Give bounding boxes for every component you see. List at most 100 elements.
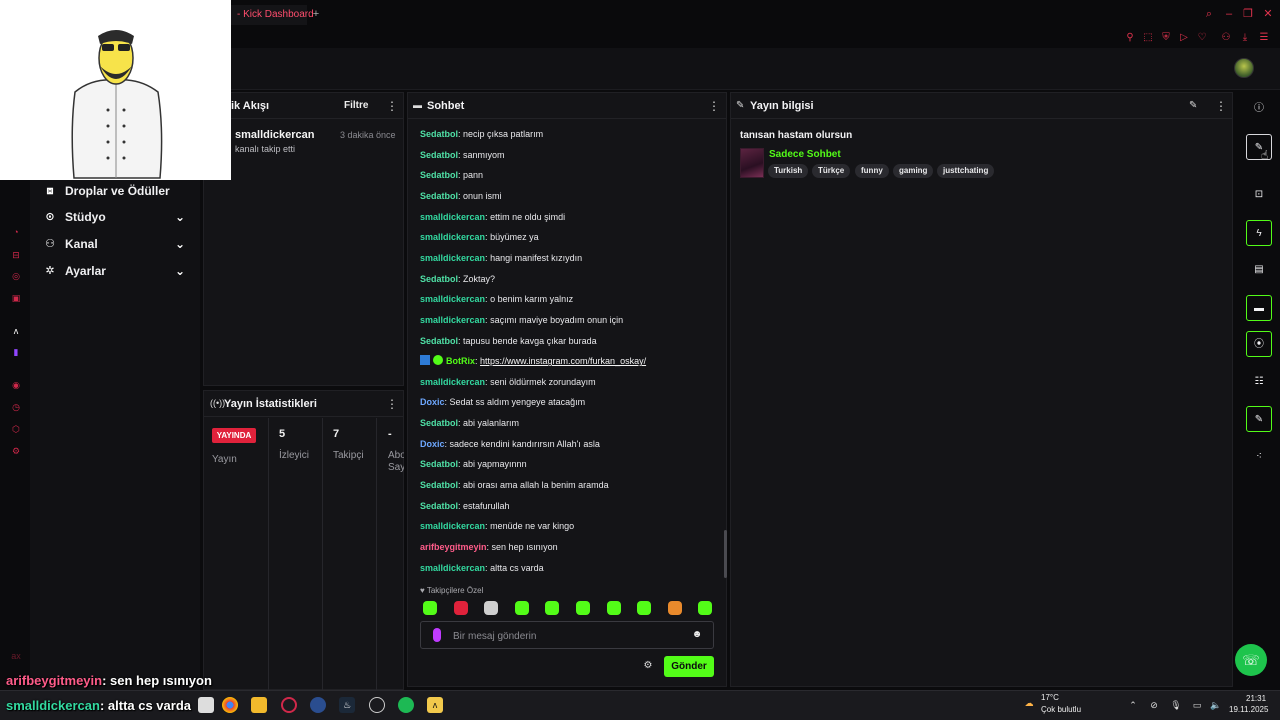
- edit-icon[interactable]: ✎: [1189, 93, 1197, 119]
- app-icon[interactable]: [310, 697, 326, 713]
- emote-icon[interactable]: [698, 601, 713, 615]
- send-button[interactable]: Gönder: [664, 656, 714, 677]
- microphone-icon[interactable]: [433, 628, 441, 642]
- kebab-menu-icon[interactable]: ⋮: [386, 93, 398, 119]
- chat-username[interactable]: smalldickercan: [420, 315, 485, 325]
- tag[interactable]: funny: [855, 164, 889, 178]
- bag-icon[interactable]: ⊟: [10, 249, 22, 261]
- chat-username[interactable]: smalldickercan: [420, 521, 485, 531]
- pin-icon[interactable]: ⚲: [1123, 31, 1137, 45]
- kick-icon[interactable]: ʌ: [10, 325, 22, 337]
- display-icon[interactable]: ▭: [1191, 699, 1203, 711]
- network-icon[interactable]: ⊘: [1148, 699, 1160, 711]
- kebab-menu-icon[interactable]: ⋮: [386, 391, 398, 417]
- emoji-icon[interactable]: ☻: [691, 629, 703, 641]
- chat-username[interactable]: Doxic: [420, 397, 445, 407]
- event-user[interactable]: smalldickercan: [235, 129, 315, 141]
- broadcast-icon[interactable]: ⦿: [1246, 331, 1272, 357]
- chat-username[interactable]: Sedatbol: [420, 336, 458, 346]
- weather-icon[interactable]: ☁: [1021, 695, 1037, 711]
- info-icon[interactable]: ⓘ: [1246, 96, 1272, 122]
- tab-kick-dashboard[interactable]: - Kick Dashboard: [231, 5, 314, 25]
- chat-username[interactable]: Sedatbol: [420, 459, 458, 469]
- app-icon[interactable]: ʌ: [427, 697, 443, 713]
- chat-username[interactable]: Sedatbol: [420, 501, 458, 511]
- chat-username[interactable]: Sedatbol: [420, 150, 458, 160]
- chat-username[interactable]: smalldickercan: [420, 232, 485, 242]
- sidebar-item-drops[interactable]: ⧈ Droplar ve Ödüller: [40, 180, 195, 202]
- layout-icon[interactable]: ☷: [1246, 369, 1272, 395]
- chat-icon[interactable]: ▬: [1246, 295, 1272, 321]
- emote-icon[interactable]: [514, 601, 529, 615]
- emote-icon[interactable]: [545, 601, 560, 615]
- notes-icon[interactable]: ▤: [1246, 257, 1272, 283]
- tag[interactable]: Türkçe: [812, 164, 851, 178]
- menu-icon[interactable]: ☰: [1257, 31, 1271, 45]
- play-circle-icon[interactable]: ◉: [10, 379, 22, 391]
- chat-username[interactable]: smalldickercan: [420, 294, 485, 304]
- chat-settings-icon[interactable]: ⚙: [642, 660, 654, 672]
- settings-icon[interactable]: ⚙: [10, 445, 22, 457]
- chat-username[interactable]: Doxic: [420, 439, 445, 449]
- chat-username[interactable]: smalldickercan: [420, 253, 485, 263]
- obs-icon[interactable]: [369, 697, 385, 713]
- steam-icon[interactable]: ♨: [339, 697, 355, 713]
- chat-username[interactable]: BotRix: [446, 356, 475, 366]
- microphone-icon[interactable]: 🎙: [1170, 699, 1182, 711]
- tag[interactable]: justtchating: [937, 164, 995, 178]
- chat-username[interactable]: smalldickercan: [420, 212, 485, 222]
- emote-icon[interactable]: [606, 601, 621, 615]
- chat-username[interactable]: smalldickercan: [420, 377, 485, 387]
- download-icon[interactable]: ⤓: [1238, 31, 1252, 45]
- restore-icon[interactable]: ❐: [1242, 8, 1254, 20]
- search-icon[interactable]: ⌕: [1203, 8, 1215, 20]
- close-icon[interactable]: ✕: [1262, 8, 1274, 20]
- opera-icon[interactable]: [281, 697, 297, 713]
- chat-scrollbar[interactable]: [724, 530, 727, 578]
- chat-username[interactable]: Sedatbol: [420, 418, 458, 428]
- history-icon[interactable]: ◔: [10, 226, 22, 238]
- twitch-icon[interactable]: ▮: [10, 346, 22, 358]
- emote-icon[interactable]: [576, 601, 590, 615]
- chevron-up-icon[interactable]: ⌃: [1127, 699, 1139, 711]
- wrench-icon[interactable]: ✎: [1246, 406, 1272, 432]
- chat-username[interactable]: Sedatbol: [420, 191, 458, 201]
- focus-icon[interactable]: ⊡: [1246, 182, 1272, 208]
- kebab-menu-icon[interactable]: ⋮: [1215, 93, 1227, 119]
- chat-username[interactable]: arifbeygitmeyin: [420, 542, 487, 552]
- chat-link[interactable]: https://www.instagram.com/furkan_oskay/: [480, 356, 646, 366]
- category-thumbnail[interactable]: [740, 148, 764, 178]
- spotify-icon[interactable]: [398, 697, 414, 713]
- emote-icon[interactable]: [453, 601, 468, 615]
- emote-icon[interactable]: [667, 601, 682, 615]
- chat-input[interactable]: [453, 628, 683, 644]
- heart-icon[interactable]: ♡: [1195, 31, 1209, 45]
- chat-username[interactable]: Sedatbol: [420, 170, 458, 180]
- instagram-icon[interactable]: ◎: [10, 270, 22, 282]
- emote-icon[interactable]: [484, 601, 499, 615]
- minimize-icon[interactable]: –: [1223, 8, 1235, 20]
- play-icon[interactable]: ▷: [1177, 31, 1191, 45]
- extension-icon[interactable]: ⬡: [10, 423, 22, 435]
- folder-icon[interactable]: [251, 697, 267, 713]
- emote-icon[interactable]: [423, 601, 437, 615]
- new-tab-button[interactable]: +: [309, 7, 323, 21]
- chat-username[interactable]: Sedatbol: [420, 129, 458, 139]
- sidebar-item-channel[interactable]: ⚇ Kanal ⌄: [40, 233, 195, 255]
- profile-icon[interactable]: ⚇: [1219, 31, 1233, 45]
- sidebar-item-settings[interactable]: ✲ Ayarlar ⌄: [40, 260, 195, 282]
- more-icon[interactable]: ax: [10, 650, 22, 662]
- volume-icon[interactable]: 🔈: [1210, 699, 1222, 711]
- chat-input-box[interactable]: ☻: [420, 621, 714, 649]
- chrome-icon[interactable]: [222, 697, 238, 713]
- file-icon[interactable]: [198, 697, 214, 713]
- clock-icon[interactable]: ◷: [10, 401, 22, 413]
- chat-username[interactable]: Sedatbol: [420, 274, 458, 284]
- screenshot-icon[interactable]: ⬚: [1141, 31, 1155, 45]
- apps-icon[interactable]: ⁖: [1246, 444, 1272, 470]
- chat-username[interactable]: smalldickercan: [420, 563, 485, 573]
- avatar[interactable]: [1234, 58, 1254, 78]
- chat-username[interactable]: Sedatbol: [420, 480, 458, 490]
- filter-button[interactable]: Filtre: [344, 100, 368, 111]
- support-chat-button[interactable]: ☏: [1235, 644, 1267, 676]
